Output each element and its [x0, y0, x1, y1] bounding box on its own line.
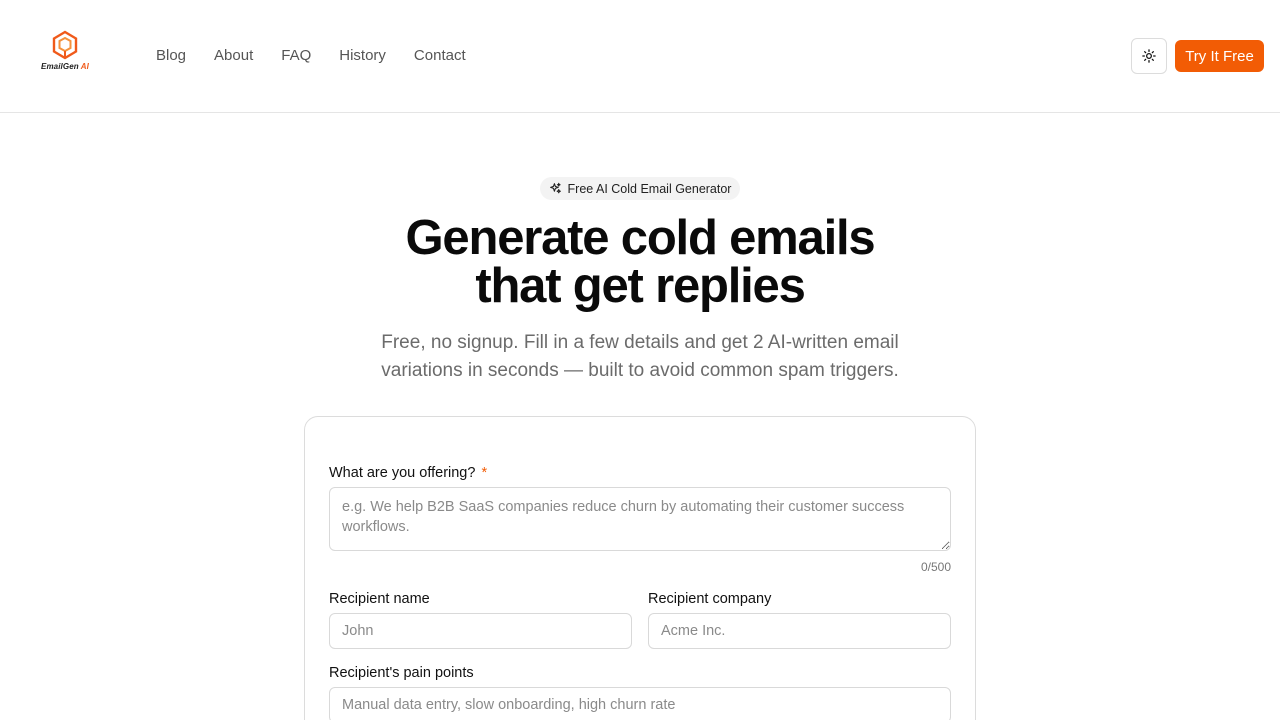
offering-textarea[interactable]: [329, 487, 951, 551]
pain-points-label: Recipient's pain points: [329, 665, 474, 681]
hero-badge-text: Free AI Cold Email Generator: [567, 181, 732, 196]
nav-blog[interactable]: Blog: [156, 46, 186, 66]
offering-char-counter: 0/500: [920, 560, 951, 574]
required-mark: *: [481, 465, 488, 481]
try-it-free-button[interactable]: Try It Free: [1175, 40, 1264, 72]
site-header: EmailGen AI Blog About FAQ History Conta…: [0, 0, 1280, 113]
sparkles-icon: [549, 182, 561, 194]
offering-label: What are you offering? *: [329, 465, 488, 481]
recipient-name-label: Recipient name: [329, 591, 430, 607]
pain-points-input[interactable]: [329, 687, 951, 720]
hexagon-logo-icon: [52, 30, 78, 60]
sun-icon: [1142, 49, 1156, 63]
hero-badge: Free AI Cold Email Generator: [540, 177, 740, 200]
recipient-company-label: Recipient company: [648, 591, 772, 607]
brand-logo[interactable]: EmailGen AI: [34, 30, 96, 74]
hero-subtitle: Free, no signup. Fill in a few details a…: [381, 332, 899, 381]
recipient-company-input[interactable]: [648, 613, 951, 649]
brand-name: EmailGen AI: [41, 62, 89, 71]
email-generator-form: What are you offering?* 0/500 Recipient …: [304, 416, 976, 720]
nav-history[interactable]: History: [339, 46, 386, 66]
hero-title: Generate cold emails that get replies: [405, 211, 876, 313]
theme-toggle-button[interactable]: [1131, 38, 1167, 74]
recipient-name-input[interactable]: [329, 613, 632, 649]
main-nav: Blog About FAQ History Contact: [156, 46, 466, 66]
nav-contact[interactable]: Contact: [414, 46, 466, 66]
nav-about[interactable]: About: [214, 46, 253, 66]
nav-faq[interactable]: FAQ: [281, 46, 311, 66]
